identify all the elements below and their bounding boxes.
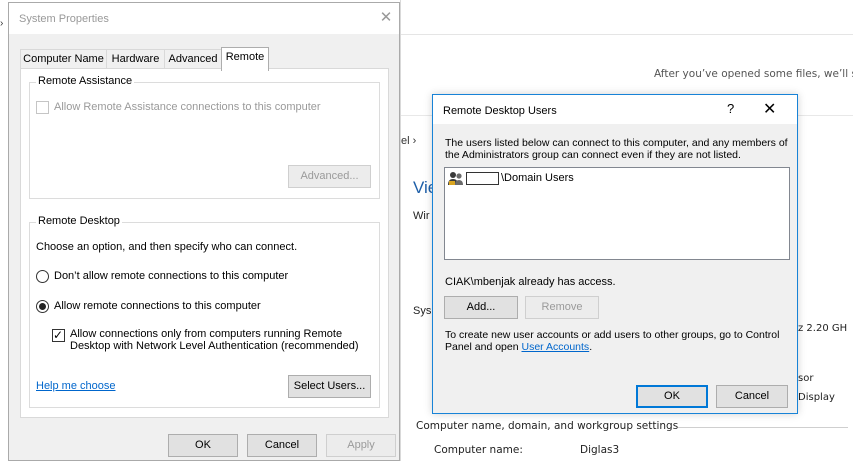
- processor-label: sor: [798, 373, 814, 384]
- dialog-title: Remote Desktop Users: [443, 105, 557, 117]
- remote-assistance-group: Remote Assistance Allow Remote Assistanc…: [29, 75, 380, 199]
- close-icon[interactable]: ✕: [763, 99, 776, 119]
- divider: [401, 34, 853, 35]
- remote-assistance-checkbox[interactable]: [36, 101, 49, 114]
- description-text: The users listed below can connect to th…: [445, 137, 788, 161]
- remote-tab-panel: Remote Assistance Allow Remote Assistanc…: [20, 68, 389, 418]
- display-label: Display: [798, 392, 835, 403]
- tab-remote[interactable]: Remote: [221, 47, 269, 71]
- processor-speed: z 2.20 GH: [798, 323, 848, 334]
- close-icon[interactable]: ✕: [375, 7, 397, 29]
- footer-text-body: To create new user accounts or add users…: [445, 329, 780, 353]
- add-button[interactable]: Add...: [444, 296, 518, 319]
- ok-button[interactable]: OK: [636, 385, 708, 408]
- windows-edition-label: Wir: [413, 210, 430, 222]
- tab-advanced[interactable]: Advanced: [164, 49, 222, 70]
- advanced-button[interactable]: Advanced...: [288, 165, 371, 188]
- breadcrumb[interactable]: el ›: [401, 135, 416, 147]
- remote-assistance-label: Allow Remote Assistance connections to t…: [54, 101, 321, 113]
- access-note: CIAK\mbenjak already has access.: [445, 276, 616, 288]
- nla-label-line2: Desktop with Network Level Authenticatio…: [70, 340, 359, 352]
- select-users-button[interactable]: Select Users...: [288, 375, 371, 398]
- radio-selected-dot: [39, 303, 46, 310]
- group-label: Remote Assistance: [36, 75, 135, 87]
- ok-button[interactable]: OK: [168, 434, 238, 457]
- computer-name-label: Computer name:: [434, 444, 523, 456]
- instruction-text: Choose an option, and then specify who c…: [36, 241, 298, 253]
- group-label: Remote Desktop: [36, 215, 122, 227]
- user-accounts-link[interactable]: User Accounts: [521, 341, 589, 353]
- dont-allow-label: Don’t allow remote connections to this c…: [54, 270, 289, 282]
- users-list[interactable]: \Domain Users: [444, 167, 790, 260]
- computer-name-value: Diglas3: [580, 444, 620, 456]
- help-me-choose-link[interactable]: Help me choose: [36, 380, 116, 392]
- checkmark-icon: ✓: [53, 328, 64, 342]
- redacted-domain-box: [466, 172, 499, 185]
- footer-period: .: [589, 341, 593, 353]
- cancel-button[interactable]: Cancel: [247, 434, 317, 457]
- cancel-button[interactable]: Cancel: [716, 385, 788, 408]
- recent-files-hint: After you’ve opened some files, we’ll s: [654, 68, 853, 80]
- title-bar[interactable]: System Properties ✕: [9, 3, 399, 34]
- help-icon[interactable]: ?: [727, 101, 734, 116]
- section-title: Computer name, domain, and workgroup set…: [416, 420, 679, 432]
- tab-hardware[interactable]: Hardware: [106, 49, 165, 70]
- allow-label: Allow remote connections to this compute…: [54, 300, 261, 312]
- user-name: \Domain Users: [501, 172, 574, 184]
- title-bar[interactable]: Remote Desktop Users ? ✕: [433, 95, 797, 124]
- window-edge-icon: ›: [0, 18, 4, 29]
- user-group-icon: [448, 172, 463, 185]
- system-properties-dialog: System Properties ✕ Computer Name Hardwa…: [8, 2, 400, 461]
- system-label: Sys: [413, 305, 432, 317]
- allow-radio[interactable]: [36, 300, 49, 313]
- nla-label-line1: Allow connections only from computers ru…: [70, 328, 343, 340]
- nla-checkbox[interactable]: ✓: [52, 328, 65, 342]
- dialog-title: System Properties: [19, 13, 109, 25]
- footer-text: To create new user accounts or add users…: [445, 329, 790, 353]
- dont-allow-radio[interactable]: [36, 270, 49, 283]
- remove-button[interactable]: Remove: [525, 296, 599, 319]
- tab-computer-name[interactable]: Computer Name: [20, 49, 107, 70]
- divider: [678, 427, 848, 428]
- apply-button[interactable]: Apply: [326, 434, 396, 457]
- remote-desktop-users-dialog: Remote Desktop Users ? ✕ The users liste…: [432, 94, 798, 414]
- remote-desktop-group: Remote Desktop Choose an option, and the…: [29, 215, 380, 408]
